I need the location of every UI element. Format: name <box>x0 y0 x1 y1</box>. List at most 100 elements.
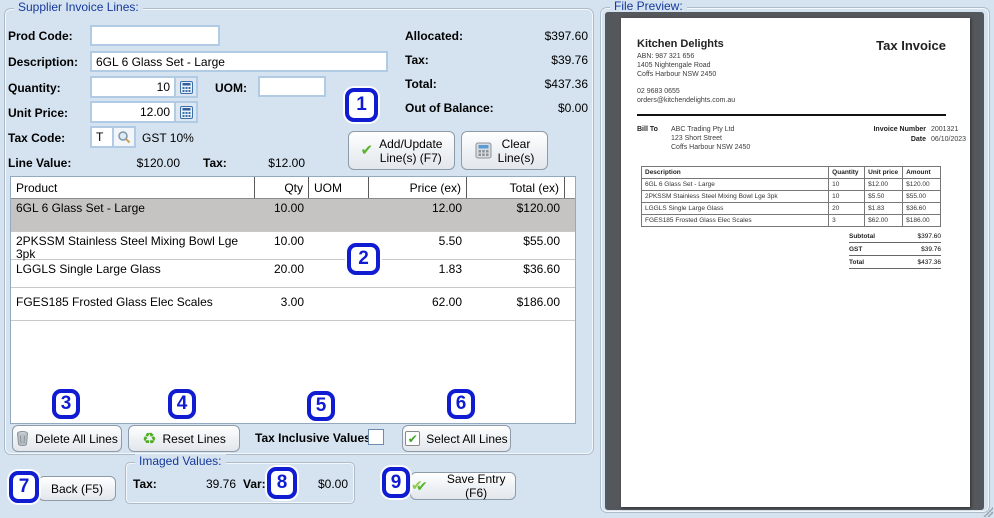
invoice-entry-window: Supplier Invoice Lines: Prod Code: Descr… <box>0 0 994 518</box>
uom-label: UOM: <box>215 81 247 95</box>
invoice-address-line2: Coffs Harbour NSW 2450 <box>637 71 716 79</box>
quantity-label: Quantity: <box>8 81 61 95</box>
magnifier-icon <box>117 130 131 144</box>
annotation-badge-7: 7 <box>9 471 39 503</box>
line-tax-label: Tax: <box>203 156 227 170</box>
invoice-page: Kitchen Delights ABN: 987 321 656 1405 N… <box>621 18 970 507</box>
annotation-badge-5: 5 <box>307 391 335 421</box>
double-check-icon: ✔✔ <box>411 478 431 494</box>
invoice-email: orders@kitchendelights.com.au <box>637 97 735 105</box>
imaged-var-value: $0.00 <box>306 477 348 491</box>
invoice-gst-row: GST$39.76 <box>849 243 941 256</box>
delete-all-lines-button[interactable]: Delete All Lines <box>12 425 122 452</box>
line-value-label: Line Value: <box>8 156 71 170</box>
annotation-badge-8: 8 <box>267 467 297 499</box>
column-header-qty[interactable]: Qty <box>255 177 309 198</box>
invoice-preview-table: Description Quantity Unit price Amount 6… <box>641 166 941 227</box>
tax-code-input[interactable]: T <box>90 126 136 148</box>
invoice-number-label: Invoice Number <box>847 126 926 134</box>
table-row[interactable]: 2PKSSM Stainless Steel Mixing Bowl Lge 3… <box>11 232 575 260</box>
bill-to-street: 123 Short Street <box>671 135 722 143</box>
annotation-badge-6: 6 <box>447 389 475 419</box>
save-entry-button[interactable]: ✔✔ Save Entry (F6) <box>410 472 516 500</box>
select-all-lines-button[interactable]: ✔ Select All Lines <box>402 425 511 452</box>
supplier-invoice-lines-title: Supplier Invoice Lines: <box>14 0 143 14</box>
bill-to-label: Bill To <box>637 126 658 134</box>
out-of-balance-label: Out of Balance: <box>405 101 494 115</box>
unit-price-label: Unit Price: <box>8 106 68 120</box>
invoice-address-line1: 1405 Nightengale Road <box>637 62 711 70</box>
calculator-icon <box>475 142 492 159</box>
invoice-doc-title: Tax Invoice <box>876 39 946 53</box>
quantity-calculator-button[interactable] <box>174 78 196 96</box>
allocated-label: Allocated: <box>405 29 463 43</box>
tax-inclusive-label: Tax Inclusive Values: <box>255 431 375 445</box>
total-value: $437.36 <box>500 77 588 91</box>
annotation-badge-4: 4 <box>168 389 196 419</box>
prod-code-label: Prod Code: <box>8 29 73 43</box>
add-update-lines-button[interactable]: ✔ Add/Update Line(s) (F7) <box>348 131 455 170</box>
back-button[interactable]: Back (F5) <box>38 476 116 501</box>
imaged-tax-value: 39.76 <box>181 477 236 491</box>
invoice-date-label: Date <box>847 136 926 144</box>
clear-lines-button[interactable]: Clear Line(s) <box>461 131 548 170</box>
annotation-badge-3: 3 <box>52 389 80 419</box>
unit-price-input[interactable]: 12.00 <box>90 101 198 123</box>
allocated-value: $397.60 <box>500 29 588 43</box>
invoice-table-row: FGES185 Frosted Glass Elec Scales3 $62.0… <box>642 215 941 227</box>
bill-to-name: ABC Trading Pty Ltd <box>671 126 734 134</box>
calculator-icon <box>180 81 193 94</box>
invoice-subtotal-row: Subtotal$397.60 <box>849 230 941 243</box>
invoice-abn: ABN: 987 321 656 <box>637 53 694 61</box>
tax-code-label: Tax Code: <box>8 131 65 145</box>
invoice-company-name: Kitchen Delights <box>637 38 724 50</box>
invoice-table-row: 2PKSSM Stainless Steel Mixing Bowl Lge 3… <box>642 191 941 203</box>
line-tax-value: $12.00 <box>245 156 305 170</box>
reset-lines-button[interactable]: ♻ Reset Lines <box>128 425 240 452</box>
check-icon: ✔ <box>361 143 374 158</box>
column-header-uom[interactable]: UOM <box>309 177 369 198</box>
annotation-badge-1: 1 <box>345 88 378 122</box>
calculator-icon <box>180 106 193 119</box>
imaged-var-label: Var: <box>243 477 266 491</box>
tax-value: $39.76 <box>500 53 588 67</box>
annotation-badge-2: 2 <box>347 243 380 275</box>
invoice-number-value: 2001321 <box>931 126 958 134</box>
column-header-total[interactable]: Total (ex) <box>467 177 565 198</box>
invoice-divider <box>637 114 946 116</box>
quantity-input[interactable]: 10 <box>90 76 198 98</box>
window-resize-grip[interactable] <box>983 507 993 517</box>
unit-price-calculator-button[interactable] <box>174 103 196 121</box>
invoice-table-header: Description Quantity Unit price Amount <box>642 167 941 179</box>
recycle-icon: ♻ <box>142 431 156 447</box>
tax-code-description: GST 10% <box>142 131 194 145</box>
invoice-date-value: 06/10/2023 <box>931 136 966 144</box>
invoice-total-row: Total$437.36 <box>849 256 941 269</box>
table-row[interactable]: 6GL 6 Glass Set - Large 10.00 12.00 $120… <box>11 199 575 232</box>
invoice-table-row: LGGLS Single Large Glass20 $1.83$36.60 <box>642 203 941 215</box>
tax-label: Tax: <box>405 53 429 67</box>
description-input[interactable]: 6GL 6 Glass Set - Large <box>90 51 388 72</box>
invoice-table-row: 6GL 6 Glass Set - Large10 $12.00$120.00 <box>642 179 941 191</box>
tax-inclusive-checkbox[interactable] <box>368 429 384 445</box>
column-header-product[interactable]: Product <box>11 177 255 198</box>
line-value: $120.00 <box>110 156 180 170</box>
preview-viewport[interactable]: Kitchen Delights ABN: 987 321 656 1405 N… <box>605 12 984 510</box>
bill-to-city: Coffs Harbour NSW 2450 <box>671 144 750 152</box>
uom-input[interactable] <box>258 76 326 97</box>
tax-code-lookup-button[interactable] <box>112 128 134 146</box>
imaged-values-title: Imaged Values: <box>135 454 226 468</box>
prod-code-input[interactable] <box>90 25 220 46</box>
annotation-badge-9: 9 <box>382 467 410 498</box>
out-of-balance-value: $0.00 <box>500 101 588 115</box>
invoice-phone: 02 9683 0655 <box>637 88 680 96</box>
imaged-values-group: Imaged Values: Tax: 39.76 Var: $0.00 <box>125 462 355 504</box>
description-label: Description: <box>8 55 78 69</box>
column-header-price[interactable]: Price (ex) <box>369 177 467 198</box>
table-row[interactable]: LGGLS Single Large Glass 20.00 1.83 $36.… <box>11 260 575 288</box>
table-header-row: Product Qty UOM Price (ex) Total (ex) <box>11 177 575 199</box>
invoice-lines-table: Product Qty UOM Price (ex) Total (ex) 6G… <box>10 176 576 424</box>
trash-icon <box>16 431 29 446</box>
total-label: Total: <box>405 77 437 91</box>
table-row[interactable]: FGES185 Frosted Glass Elec Scales 3.00 6… <box>11 288 575 321</box>
